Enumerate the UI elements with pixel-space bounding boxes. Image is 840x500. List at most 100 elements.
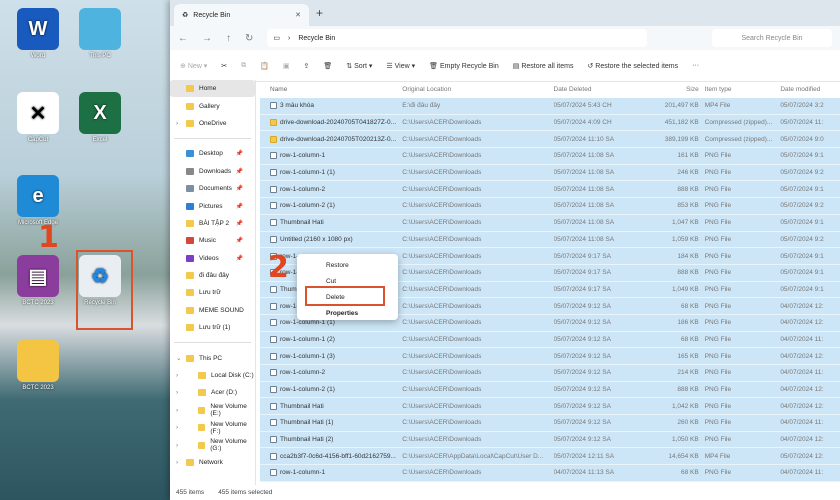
sidebar-item[interactable]: › OneDrive [170, 115, 255, 132]
app-icon: W [17, 8, 59, 50]
chevron-right-icon[interactable]: › [176, 407, 178, 414]
chevron-right-icon[interactable]: › [176, 442, 178, 449]
restore-selected-button[interactable]: ↺ Restore the selected items [587, 62, 678, 70]
desktop-icon[interactable]: W Word [10, 8, 66, 59]
table-row[interactable]: cca2b3f7-0c6d-4156-bff1-60d2162759... C:\… [260, 448, 840, 466]
empty-recycle-bin-button[interactable]: 🗑 Empty Recycle Bin [429, 62, 499, 70]
chevron-right-icon[interactable]: › [176, 372, 178, 379]
sidebar-item[interactable]: ⌄ This PC [170, 349, 255, 366]
sidebar-item[interactable]: Videos 📌 [170, 250, 255, 267]
sidebar-item[interactable]: Music 📌 [170, 232, 255, 249]
table-row[interactable]: Thumbnail Hati (2) C:\Users\ACER\Download… [260, 431, 840, 449]
table-row[interactable]: Thumbnail Hati (1) C:\Users\ACER\Download… [260, 415, 840, 432]
table-row[interactable]: Untitled (2160 x 1080 px) C:\Users\ACER\D… [260, 231, 840, 249]
column-header[interactable]: Name [260, 86, 402, 93]
column-header[interactable]: Original Location [402, 86, 553, 93]
sidebar-item[interactable]: Lưu trữ [170, 284, 255, 301]
sidebar-item[interactable]: Documents 📌 [170, 180, 255, 197]
cell-date-modified: 04/07/2024 12: [780, 386, 824, 394]
folder-icon [186, 167, 194, 175]
desktop-icon[interactable]: ▤ BCTC 2023 [10, 255, 66, 306]
share-icon[interactable]: ⇪ [304, 62, 310, 70]
cell-size: 184 KB [677, 252, 699, 260]
refresh-icon[interactable]: ↻ [245, 33, 253, 44]
table-row[interactable]: 3 mẫu khóa E:\đi đâu đây 05/07/2024 5:43 C… [260, 98, 840, 115]
menu-item-properties[interactable]: Properties [297, 305, 398, 321]
desktop-icon[interactable]: BCTC 2023 [10, 340, 66, 391]
sidebar-item[interactable]: MEME SOUND [170, 302, 255, 319]
column-header[interactable]: Date Deleted [554, 86, 653, 93]
new-tab-button[interactable]: + [316, 6, 323, 20]
table-row[interactable]: row-1-column-2 (1) C:\Users\ACER\Download… [260, 198, 840, 215]
sidebar-item[interactable]: › New Volume (F:) [170, 419, 255, 436]
chevron-right-icon[interactable]: › [176, 389, 178, 396]
desktop-icon[interactable]: e Microsoft Edge [10, 175, 66, 226]
chevron-right-icon[interactable]: › [176, 424, 178, 431]
table-row[interactable]: Thumbnail Hati C:\Users\ACER\Downloads 05/… [260, 398, 840, 416]
new-button[interactable]: ⊕ New ▾ [180, 62, 207, 70]
sidebar-item[interactable]: › New Volume (G:) [170, 436, 255, 453]
table-row[interactable]: row-1-column-2 C:\Users\ACER\Downloads 05/… [260, 365, 840, 382]
sidebar-item[interactable]: › Acer (D:) [170, 384, 255, 401]
column-header[interactable]: Size [653, 86, 705, 93]
cut-icon[interactable]: ✂ [221, 62, 227, 70]
sort-button[interactable]: ⇅ Sort ▾ [346, 62, 372, 70]
delete-icon[interactable]: 🗑 [323, 62, 332, 70]
chevron-right-icon[interactable]: › [176, 459, 178, 466]
column-header[interactable]: Item type [705, 86, 781, 93]
more-options-button[interactable]: ··· [692, 62, 699, 69]
back-icon[interactable]: ← [178, 33, 188, 44]
breadcrumb[interactable]: Recycle Bin [298, 35, 335, 42]
sidebar-item[interactable]: Pictures 📌 [170, 197, 255, 214]
up-icon[interactable]: ↑ [226, 33, 231, 44]
table-row[interactable]: row-1-column-2 C:\Users\ACER\Downloads 05/… [260, 181, 840, 199]
tab-recycle-bin[interactable]: ♻ Recycle Bin ✕ [174, 4, 309, 26]
desktop-icon-label: This PC [89, 53, 111, 59]
sidebar-item[interactable]: Home [170, 80, 255, 98]
table-row[interactable]: row-1-column-1 (1) C:\Users\ACER\Download… [260, 164, 840, 182]
file-name: drive-download-20240705T041827Z-0... [280, 119, 396, 127]
search-input[interactable]: Search Recycle Bin [712, 29, 832, 47]
pin-icon: 📌 [235, 203, 243, 210]
table-row[interactable]: row-1-column-1 (2) C:\Users\ACER\Download… [260, 331, 840, 349]
table-row[interactable]: row-1-column-1 (3) C:\Users\ACER\Download… [260, 348, 840, 365]
address-bar[interactable]: ▭ › Recycle Bin [267, 29, 648, 47]
sidebar-item[interactable]: BÀI TẬP 2 📌 [170, 215, 255, 232]
app-icon: X [79, 92, 121, 134]
chevron-right-icon[interactable]: › [176, 120, 178, 127]
rename-icon[interactable]: ▣ [283, 62, 290, 70]
forward-icon[interactable]: → [202, 33, 212, 44]
view-button[interactable]: ☰ View ▾ [386, 62, 415, 70]
table-row[interactable]: row-1-column-2 (1) C:\Users\ACER\Download… [260, 381, 840, 399]
sidebar-item[interactable]: Gallery [170, 97, 255, 114]
sidebar-item[interactable]: Lưu trữ (1) [170, 319, 255, 336]
table-row[interactable]: row-1-column-1 C:\Users\ACER\Downloads 05/… [260, 148, 840, 165]
column-header[interactable]: Date modified [780, 86, 840, 93]
desktop-icon[interactable]: This PC [72, 8, 128, 59]
restore-all-button[interactable]: ▤ Restore all items [513, 62, 574, 70]
paste-icon[interactable]: 📋 [260, 62, 269, 70]
sidebar-item[interactable]: › Network [170, 454, 255, 471]
close-tab-icon[interactable]: ✕ [295, 11, 301, 19]
cell-date-modified: 05/07/2024 3:2 [780, 102, 824, 110]
cell-item-type: PNG File [704, 235, 732, 243]
sidebar-item[interactable]: › Local Disk (C:) [170, 367, 255, 384]
table-row[interactable]: drive-download-20240705T041827Z-0... C:\U… [260, 114, 840, 132]
table-row[interactable]: drive-download-20240705T020213Z-0... C:\U… [260, 131, 840, 149]
desktop-icon[interactable]: ✕ CapCut [10, 92, 66, 143]
sidebar-item[interactable]: đi đâu đây [170, 267, 255, 284]
sidebar-item-label: OneDrive [199, 119, 227, 127]
menu-item-restore[interactable]: Restore [297, 257, 398, 273]
table-row[interactable]: row-1-column-1 C:\Users\ACER\Downloads 04/… [260, 465, 840, 482]
chevron-right-icon[interactable]: ⌄ [176, 354, 181, 362]
copy-icon[interactable]: ⧉ [241, 62, 246, 70]
table-row[interactable]: Thumbnail Hati C:\Users\ACER\Downloads 05/… [260, 214, 840, 232]
cell-original-location: C:\Users\ACER\AppData\Local\CapCut\User … [402, 452, 544, 460]
pin-icon: 📌 [235, 255, 243, 262]
cell-original-location: C:\Users\ACER\Downloads [402, 185, 482, 193]
sidebar-item[interactable]: Downloads 📌 [170, 163, 255, 180]
pin-icon: 📌 [235, 151, 243, 158]
sidebar-item[interactable]: Desktop 📌 [170, 145, 255, 162]
sidebar-item[interactable]: › New Volume (E:) [170, 402, 255, 419]
desktop-icon[interactable]: X Excel [72, 92, 128, 143]
